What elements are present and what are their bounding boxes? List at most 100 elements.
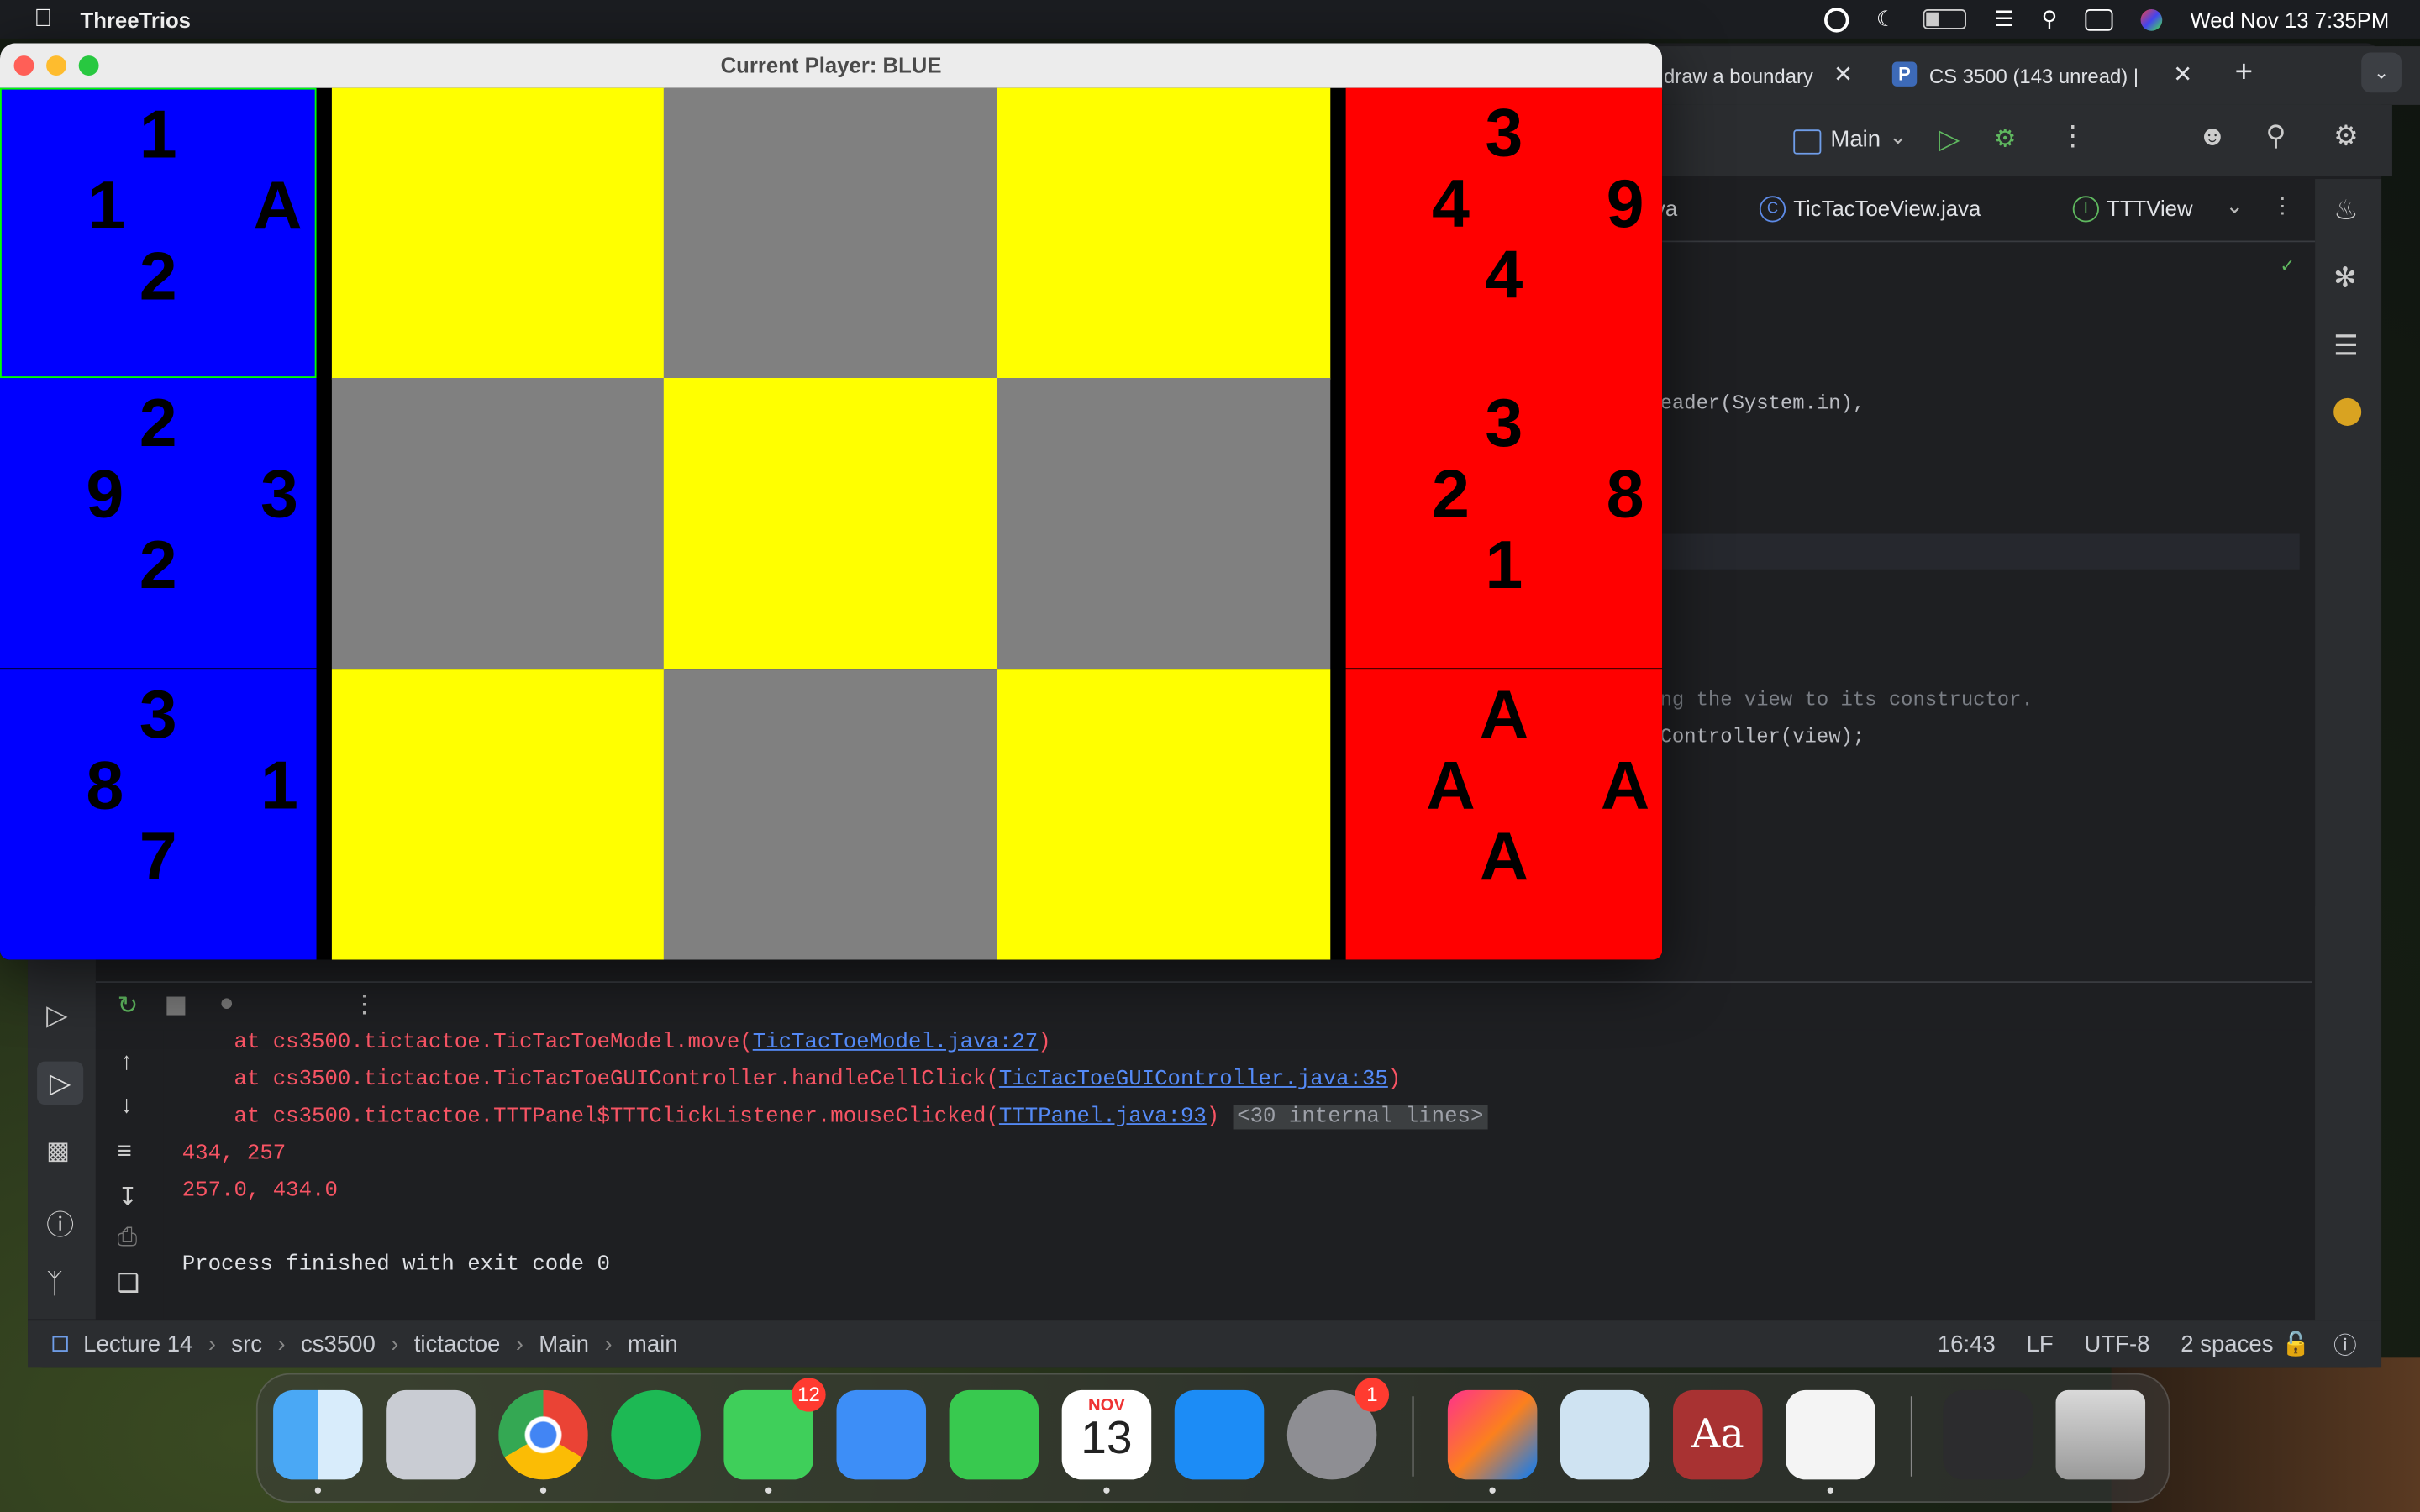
file-encoding[interactable]: UTF-8 [2084,1331,2149,1357]
grid-card-cell[interactable] [664,378,998,670]
wifi-icon[interactable]: ☰ [1995,6,2014,32]
browser-tab-boundary[interactable]: draw a boundary [1664,60,1818,94]
terminal-icon[interactable]: ▩ [46,1136,70,1167]
browser-tab-piazza[interactable]: CS 3500 (143 unread) | [1929,60,2161,94]
plugin-icon[interactable] [2333,397,2362,426]
run-icon[interactable]: ▷ [1939,123,1960,156]
stack-link[interactable]: TicTacToeModel.java:27 [753,1031,1039,1055]
console-output[interactable]: at cs3500.tictactoe.TicTacToeModel.move(… [163,1030,2312,1320]
messages-badge: 12 [792,1378,826,1412]
arrow-down-icon[interactable]: ↓ [120,1092,133,1120]
run-config-selector[interactable]: Main [1830,127,1881,153]
menu-clock[interactable]: Wed Nov 13 7:35PM [2190,7,2389,31]
tab-list-icon[interactable]: ⌄ [2361,52,2402,93]
scroll-end-icon[interactable]: ↧ [118,1182,139,1213]
siri-icon[interactable] [2140,8,2163,30]
mail-icon[interactable] [836,1389,927,1480]
battery-icon[interactable] [1923,9,1967,29]
system-settings-icon[interactable]: 1 [1286,1378,1390,1480]
blue-hand-card[interactable]: 121A [0,87,317,378]
ai-assistant-icon[interactable]: ✻ [2333,262,2357,295]
grid-hole-cell[interactable] [664,669,998,960]
trash-icon[interactable]: ❑ [118,1268,139,1299]
breadcrumb-item[interactable]: main [628,1331,678,1357]
add-user-icon[interactable]: ☻ [2198,120,2228,153]
grid-card-cell[interactable] [331,669,666,960]
piazza-icon: P [1891,61,1918,87]
chevron-down-icon[interactable]: ⌄ [2226,193,2244,219]
messages-icon[interactable]: 12 [723,1378,826,1494]
app-name[interactable]: ThreeTrios [81,7,191,31]
grammarly-icon[interactable] [1823,7,1849,32]
grid-card-cell[interactable] [996,669,1330,960]
arrow-up-icon[interactable]: ↑ [120,1049,133,1077]
grid-card-cell[interactable] [996,87,1330,380]
git-icon[interactable]: ᛉ [46,1268,63,1301]
more-icon[interactable]: ⋮ [352,989,376,1020]
line-separator[interactable]: LF [2027,1331,2054,1357]
tab-tictactoeview[interactable]: TicTacToeView.java [1793,196,1981,220]
close-tab-icon[interactable]: ✕ [2173,60,2192,87]
database-icon[interactable]: ☰ [2333,330,2359,363]
chrome-icon[interactable] [498,1389,588,1494]
launchpad-icon[interactable] [386,1389,476,1480]
intellij-icon[interactable] [1447,1389,1538,1494]
java-icon[interactable] [1786,1389,1876,1494]
blue-hand-card[interactable]: 3 78 1 [0,669,317,959]
blue-hand-card[interactable]: 2 29 3 [0,378,317,669]
chevron-down-icon[interactable]: ⌄ [1889,123,1907,150]
spotify-icon[interactable] [611,1389,701,1480]
card-value-west: 9 [86,457,124,533]
tab-tttview[interactable]: TTTView [2107,196,2192,220]
search-icon[interactable]: ⚲ [2265,120,2286,153]
stop-icon[interactable] [166,996,186,1016]
code-editor[interactable]: ✓ mReader(System.in), ); sing the view t… [1635,242,2316,906]
run-tool-icon[interactable]: ▷ [37,1061,84,1105]
indent-setting[interactable]: 2 spaces [2181,1331,2273,1357]
recent-window-icon[interactable] [1943,1389,2033,1480]
search-icon[interactable]: ⚲ [2042,6,2058,32]
breadcrumb-item[interactable]: cs3500 [301,1331,376,1357]
cursor-position[interactable]: 16:43 [1938,1331,1996,1357]
internal-lines-toggle[interactable]: <30 internal lines> [1232,1105,1488,1130]
stack-link[interactable]: TTTPanel.java:93 [999,1105,1207,1129]
more-icon[interactable]: ⋮ [2059,120,2086,153]
grid-card-cell[interactable] [331,87,666,380]
notifications-icon[interactable]: ♨ [2333,194,2359,227]
red-hand-card[interactable]: 3 12 8 [1345,378,1663,669]
soft-wrap-icon[interactable]: ≡ [118,1139,132,1167]
more-icon[interactable]: ⋮ [2272,193,2294,219]
settings-icon[interactable]: ⚙ [2333,120,2359,153]
grid-hole-cell[interactable] [664,87,998,380]
new-tab-icon[interactable]: + [2235,55,2253,91]
breadcrumb-item[interactable]: Main [539,1331,589,1357]
stack-link[interactable]: TicTacToeGUIController.java:35 [999,1068,1388,1092]
rerun-icon[interactable]: ↻ [118,990,139,1021]
facetime-icon[interactable] [949,1389,1039,1480]
calendar-icon[interactable]: NOV 13 [1061,1389,1152,1494]
screenshot-icon[interactable]: ● [219,990,234,1018]
close-tab-icon[interactable]: ✕ [1833,60,1853,87]
print-icon[interactable]: ⎙ [118,1225,138,1252]
red-hand-card[interactable]: AAAA [1345,669,1663,959]
dictionary-icon[interactable]: Aa [1673,1389,1763,1480]
card-value-east: 9 [1606,166,1644,243]
services-icon[interactable]: ▷ [46,1000,67,1032]
problems-icon[interactable]: ⓘ [46,1204,74,1244]
grid-hole-cell[interactable] [331,378,666,670]
finder-icon[interactable] [273,1389,363,1494]
breadcrumb-item[interactable]: src [231,1331,262,1357]
grid-hole-cell[interactable] [996,378,1330,670]
control-center-icon[interactable] [2085,8,2113,30]
warning-icon[interactable]: ⓘ [2333,1328,2357,1361]
dark-mode-icon[interactable]: ☾ [1876,6,1896,32]
lock-icon[interactable]: 🔓 [2281,1330,2310,1357]
preview-icon[interactable] [1560,1389,1650,1480]
app-store-icon[interactable] [1174,1389,1265,1480]
trash-icon[interactable] [2055,1389,2146,1480]
debug-icon[interactable]: ⚙ [1994,123,2016,155]
breadcrumb-item[interactable]: Lecture 14 [83,1331,192,1357]
apple-icon[interactable]:  [34,5,52,33]
red-hand-card[interactable]: 3449 [1345,87,1663,378]
breadcrumb-item[interactable]: tictactoe [414,1331,501,1357]
